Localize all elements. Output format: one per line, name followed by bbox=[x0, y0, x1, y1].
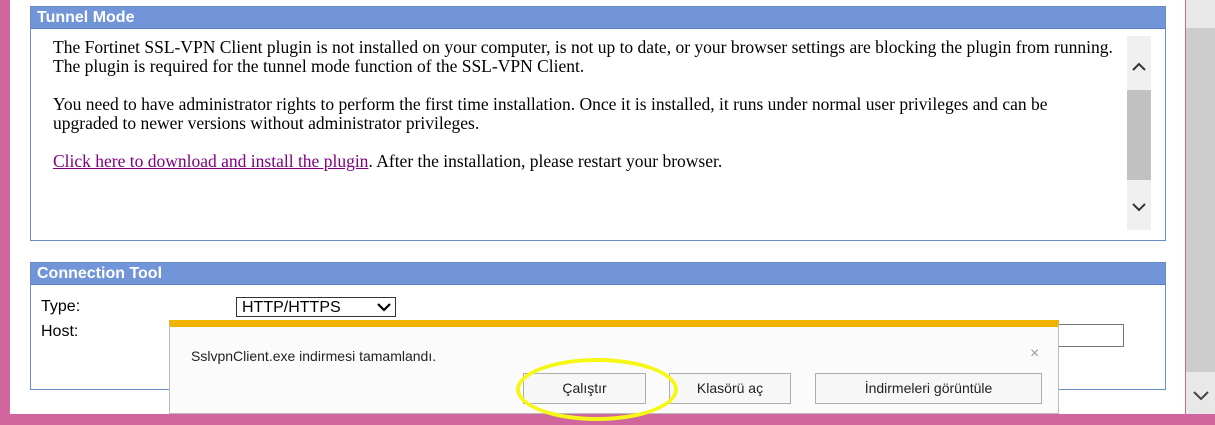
plugin-missing-text: The Fortinet SSL-VPN Client plugin is no… bbox=[53, 37, 1113, 76]
admin-rights-text: You need to have administrator rights to… bbox=[53, 94, 1048, 133]
type-label: Type: bbox=[41, 298, 81, 315]
open-folder-button[interactable]: Klasörü aç bbox=[669, 373, 791, 404]
view-downloads-button[interactable]: İndirmeleri görüntüle bbox=[815, 373, 1042, 404]
highlight-circle bbox=[516, 358, 678, 421]
tunnel-mode-content: The Fortinet SSL-VPN Client plugin is no… bbox=[53, 38, 1115, 190]
download-instruction: Click here to download and install the p… bbox=[53, 152, 1115, 171]
page-scrollbar-thumb[interactable] bbox=[1186, 28, 1215, 372]
chevron-down-icon bbox=[377, 303, 391, 312]
close-icon[interactable]: × bbox=[1030, 345, 1039, 363]
tunnel-mode-panel: Tunnel Mode The Fortinet SSL-VPN Client … bbox=[30, 6, 1166, 241]
type-select-value: HTTP/HTTPS bbox=[242, 299, 341, 316]
type-select[interactable]: HTTP/HTTPS bbox=[236, 297, 396, 317]
restart-browser-text: . After the installation, please restart… bbox=[368, 151, 723, 171]
scroll-up-icon[interactable] bbox=[1127, 54, 1151, 80]
tunnel-mode-header: Tunnel Mode bbox=[31, 7, 1165, 29]
host-label: Host: bbox=[41, 323, 79, 340]
download-complete-message: SslvpnClient.exe indirmesi tamamlandı. bbox=[191, 348, 437, 364]
download-plugin-link[interactable]: Click here to download and install the p… bbox=[53, 151, 368, 171]
page-scrollbar[interactable] bbox=[1186, 0, 1215, 414]
connection-tool-header: Connection Tool bbox=[31, 263, 1165, 285]
page-scroll-down-icon[interactable] bbox=[1188, 382, 1214, 408]
scroll-down-icon[interactable] bbox=[1127, 194, 1151, 220]
scrollbar-thumb[interactable] bbox=[1127, 90, 1151, 180]
tunnel-scrollbar[interactable] bbox=[1127, 36, 1151, 230]
